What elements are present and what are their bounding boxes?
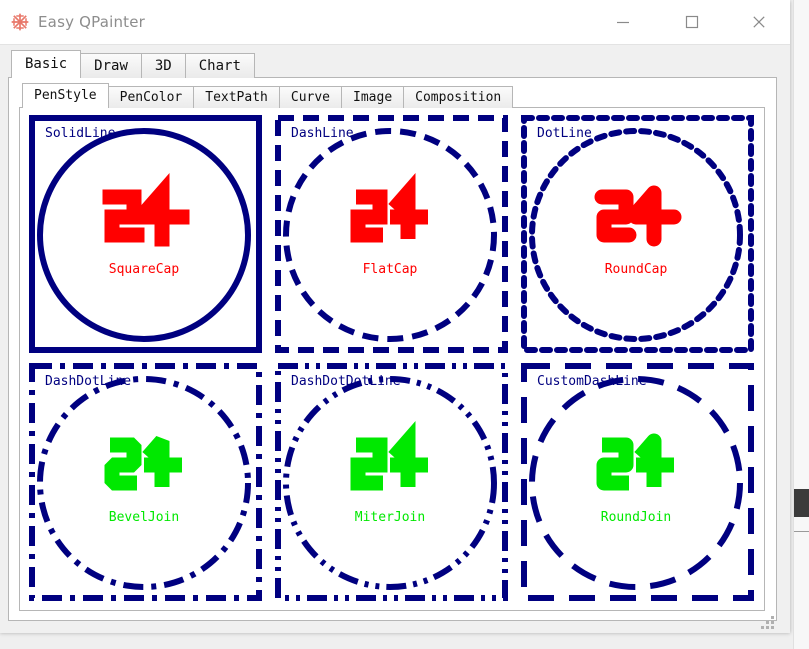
title-bar[interactable]: Easy QPainter <box>0 0 790 44</box>
minimize-icon <box>617 21 629 24</box>
pen-demo-glyph <box>594 185 682 247</box>
pen-demo-canvas: DotLine RoundCap <box>521 115 754 353</box>
snowflake-icon <box>11 13 29 31</box>
close-icon <box>753 16 765 28</box>
tab-penstyle[interactable]: PenStyle <box>22 83 109 108</box>
pen-demo-canvas: SolidLine SquareCap <box>29 115 262 353</box>
pen-demo-glyph <box>102 173 190 247</box>
resize-grip[interactable] <box>760 615 774 629</box>
tab-image[interactable]: Image <box>341 86 405 108</box>
scrollbar-divider <box>794 531 809 532</box>
pen-demo-cell: DashDotDotLine MiterJoin <box>269 359 515 607</box>
pen-demo-canvas: DashDotDotLine MiterJoin <box>275 363 508 601</box>
pen-demo-glyph <box>350 173 428 243</box>
pen-attribute-label: RoundCap <box>605 262 668 277</box>
sub-tab-bar[interactable]: PenStyle PenColor TextPath Curve Image C… <box>22 83 514 108</box>
tab-curve[interactable]: Curve <box>278 86 343 108</box>
pen-style-circle <box>529 376 743 590</box>
pen-style-rectangle <box>275 363 508 601</box>
pen-style-label: SolidLine <box>45 126 116 141</box>
pen-style-circle <box>283 128 497 342</box>
pen-demo-cell: DotLine RoundCap <box>515 111 761 359</box>
pen-attribute-label: RoundJoin <box>601 510 671 525</box>
tab-chart[interactable]: Chart <box>184 53 255 78</box>
scrollbar-thumb[interactable] <box>794 489 809 517</box>
pen-style-rectangle <box>29 115 262 353</box>
tab-3d[interactable]: 3D <box>140 53 186 78</box>
tab-composition[interactable]: Composition <box>403 86 514 108</box>
pen-demo-glyph <box>350 421 428 491</box>
pen-style-label: DashDotLine <box>45 374 131 389</box>
minimize-button[interactable] <box>600 0 646 44</box>
pen-style-rectangle <box>521 115 754 353</box>
pen-demo-canvas: DashLine FlatCap <box>275 115 508 353</box>
tab-pencolor[interactable]: PenColor <box>107 86 195 108</box>
pen-style-label: CustomDashLine <box>537 374 647 389</box>
pen-style-rectangle <box>275 115 508 353</box>
desktop-scrollbar[interactable] <box>793 0 809 649</box>
pen-attribute-label: SquareCap <box>109 262 180 277</box>
pen-demo-canvas: DashDotLine BevelJoin <box>29 363 262 601</box>
pen-style-label: DashLine <box>291 126 354 141</box>
window-title: Easy QPainter <box>38 13 146 31</box>
pen-style-label: DotLine <box>537 126 592 141</box>
client-area: Basic Draw 3D Chart PenStyle PenColor Te… <box>0 44 790 633</box>
pen-style-circle <box>283 376 497 590</box>
pen-attribute-label: BevelJoin <box>109 510 179 525</box>
pen-attribute-label: FlatCap <box>363 262 418 277</box>
tab-basic[interactable]: Basic <box>11 50 82 78</box>
pen-demo-cell: DashDotLine BevelJoin <box>23 359 269 607</box>
pen-attribute-label: MiterJoin <box>355 510 425 525</box>
tab-draw[interactable]: Draw <box>80 53 142 78</box>
application-window: Easy QPainter Basic Draw 3D Chart PenSty… <box>0 0 790 633</box>
pen-demo-cell: CustomDashLine RoundJoin <box>515 359 761 607</box>
pen-demo-glyph <box>104 436 182 491</box>
maximize-icon <box>685 15 699 29</box>
main-tab-bar[interactable]: Basic Draw 3D Chart <box>11 50 255 78</box>
pen-style-rectangle <box>521 363 754 601</box>
pen-demo-cell: DashLine FlatCap <box>269 111 515 359</box>
close-button[interactable] <box>736 0 782 44</box>
pen-style-rectangle <box>29 363 262 601</box>
tab-textpath[interactable]: TextPath <box>193 86 280 108</box>
pen-style-circle <box>37 376 251 590</box>
pen-style-label: DashDotDotLine <box>291 374 401 389</box>
main-tab-panel: PenStyle PenColor TextPath Curve Image C… <box>8 77 777 621</box>
pen-demo-grid: SolidLine SquareCap DashLine FlatCap DotLi… <box>23 111 761 607</box>
maximize-button[interactable] <box>669 0 715 44</box>
pen-demo-glyph <box>596 433 674 491</box>
pen-demo-cell: SolidLine SquareCap <box>23 111 269 359</box>
penstyle-panel: SolidLine SquareCap DashLine FlatCap DotLi… <box>19 107 765 611</box>
pen-demo-canvas: CustomDashLine RoundJoin <box>521 363 754 601</box>
